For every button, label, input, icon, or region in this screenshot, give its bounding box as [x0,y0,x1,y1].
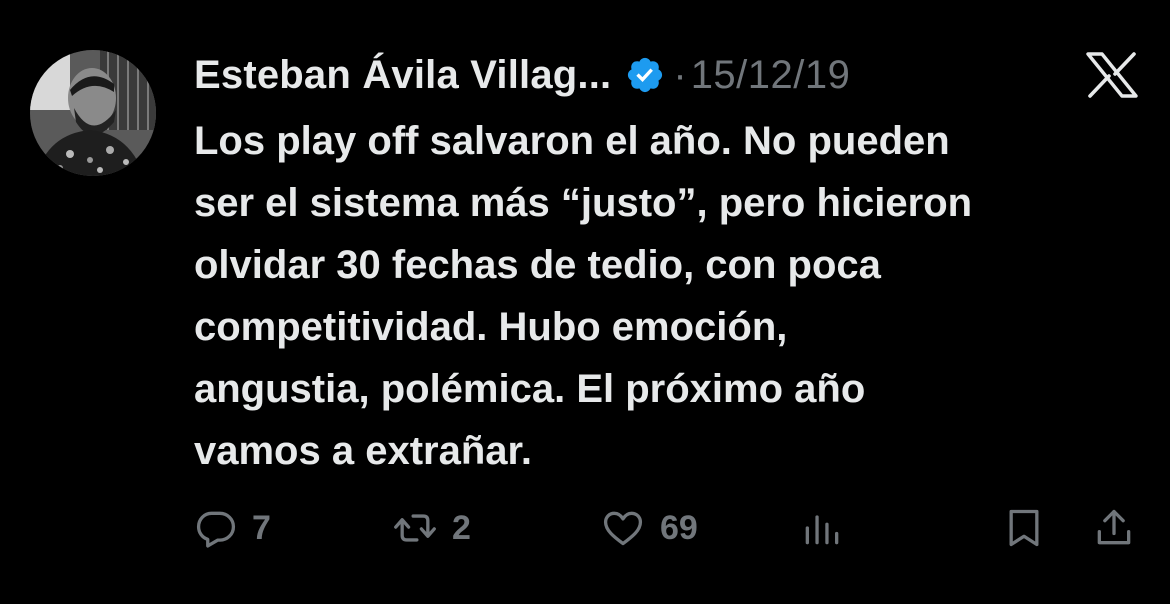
reply-button[interactable]: 7 [194,500,271,556]
bookmark-button[interactable] [1002,500,1046,556]
repost-icon [392,506,438,550]
header-separator: · [673,52,687,97]
verified-badge-icon [625,55,665,95]
bookmark-icon [1002,506,1046,550]
tweet-actions: 7 2 69 [0,500,1170,556]
tweet-text: Los play off salvaron el año. No pueden … [194,110,1154,482]
avatar[interactable] [30,50,156,176]
views-button[interactable] [800,500,844,556]
tweet-text-line: vamos a extrañar. [194,429,532,473]
tweet-text-line: Los play off salvaron el año. No pueden [194,119,950,163]
heart-icon [600,506,646,550]
views-icon [800,506,844,550]
avatar-image [30,50,156,176]
like-count: 69 [660,508,698,547]
like-button[interactable]: 69 [600,500,698,556]
share-icon [1092,506,1136,550]
reply-icon [194,506,238,550]
tweet-text-line: olvidar 30 fechas de tedio, con poca [194,243,881,287]
author-name[interactable]: Esteban Ávila Villag... [194,53,611,98]
reply-count: 7 [252,508,271,547]
tweet-text-line: competitividad. Hubo emoción, [194,305,788,349]
x-logo-icon [1086,52,1138,98]
tweet-text-line: angustia, polémica. El próximo año [194,367,866,411]
tweet-date[interactable]: 15/12/19 [691,53,851,98]
repost-button[interactable]: 2 [392,500,471,556]
repost-count: 2 [452,508,471,547]
tweet-text-line: ser el sistema más “justo”, pero hiciero… [194,181,973,225]
tweet: Esteban Ávila Villag... · 15/12/19 Los p… [0,0,1170,604]
share-button[interactable] [1092,500,1136,556]
tweet-header: Esteban Ávila Villag... · 15/12/19 [194,50,850,100]
